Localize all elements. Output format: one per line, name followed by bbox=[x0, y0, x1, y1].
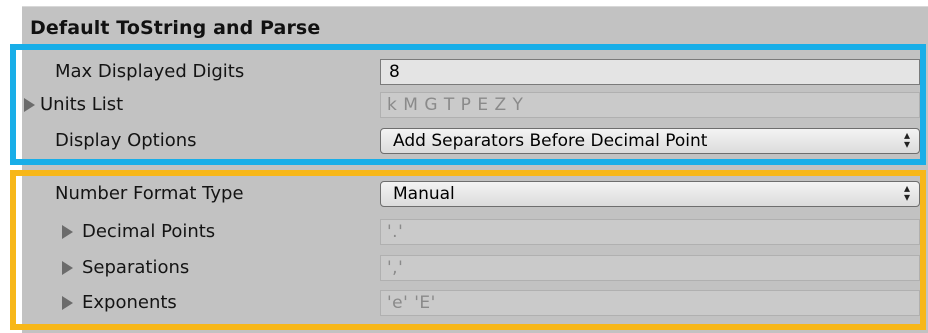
foldout-triangle-icon[interactable] bbox=[62, 261, 73, 275]
display-options-value: Add Separators Before Decimal Point bbox=[393, 131, 708, 151]
section-title: Default ToString and Parse bbox=[30, 17, 321, 39]
number-format-type-label: Number Format Type bbox=[55, 183, 244, 204]
units-list-row: Units List k M G T P E Z Y bbox=[0, 89, 928, 121]
max-digits-row: Max Displayed Digits 8 bbox=[0, 56, 928, 88]
separations-row: Separations ',' bbox=[0, 252, 928, 284]
max-digits-label: Max Displayed Digits bbox=[55, 61, 245, 82]
foldout-triangle-icon[interactable] bbox=[24, 98, 35, 112]
decimal-points-row: Decimal Points '.' bbox=[0, 216, 928, 248]
exponents-row: Exponents 'e' 'E' bbox=[0, 287, 928, 319]
separations-field: ',' bbox=[380, 255, 920, 281]
display-options-label: Display Options bbox=[55, 130, 197, 151]
display-options-dropdown[interactable]: Add Separators Before Decimal Point ▴ ▾ bbox=[380, 128, 920, 154]
popup-arrows-icon: ▴ ▾ bbox=[903, 128, 910, 151]
exponents-label[interactable]: Exponents bbox=[82, 292, 177, 313]
display-options-row: Display Options Add Separators Before De… bbox=[0, 125, 928, 157]
max-digits-input[interactable]: 8 bbox=[380, 59, 920, 85]
number-format-type-dropdown[interactable]: Manual ▴ ▾ bbox=[380, 181, 920, 207]
foldout-triangle-icon[interactable] bbox=[62, 225, 73, 239]
popup-arrows-icon: ▴ ▾ bbox=[903, 181, 910, 204]
decimal-points-label[interactable]: Decimal Points bbox=[82, 221, 215, 242]
separations-label[interactable]: Separations bbox=[82, 257, 189, 278]
units-list-label[interactable]: Units List bbox=[40, 94, 123, 115]
exponents-field: 'e' 'E' bbox=[380, 290, 920, 316]
number-format-type-value: Manual bbox=[393, 184, 455, 204]
units-list-field: k M G T P E Z Y bbox=[380, 92, 920, 118]
decimal-points-field: '.' bbox=[380, 219, 920, 245]
foldout-triangle-icon[interactable] bbox=[62, 296, 73, 310]
number-format-type-row: Number Format Type Manual ▴ ▾ bbox=[0, 178, 928, 210]
